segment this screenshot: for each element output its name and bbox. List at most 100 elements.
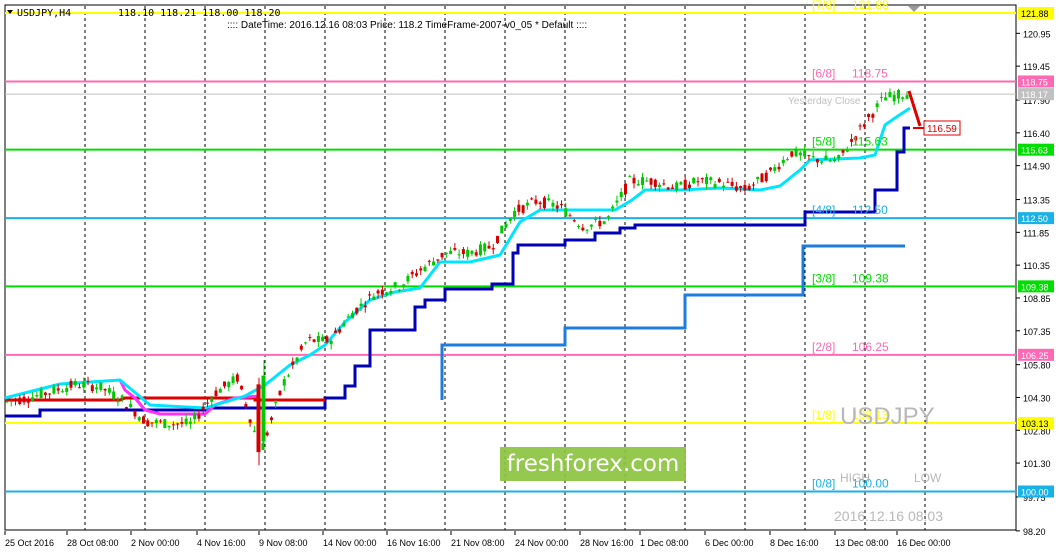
candle-body (832, 159, 836, 162)
candle-body (133, 411, 137, 417)
candle-body (410, 271, 414, 275)
candle-body (99, 382, 103, 390)
candle-body (751, 184, 755, 186)
candle-body (845, 150, 849, 152)
candle-body (163, 419, 167, 428)
price-tick-label: 105.80 (1023, 361, 1051, 371)
symbol-watermark: USDJPY (840, 403, 935, 430)
candle-body (491, 248, 495, 250)
candle-body (176, 423, 180, 425)
cyan-trend-line (4, 106, 911, 410)
candle-body (240, 385, 244, 390)
time-tick-label: 28 Oct 08:00 (67, 538, 119, 548)
candle-body (112, 391, 116, 399)
candle-body (867, 114, 871, 117)
price-tick-label: 116.40 (1023, 129, 1050, 139)
candle-body (14, 399, 18, 402)
candle-body (892, 95, 896, 102)
candle-body (333, 330, 337, 333)
time-tick-label: 4 Nov 16:00 (197, 538, 246, 548)
candle-body (457, 254, 461, 256)
candle-body (683, 179, 687, 190)
murrey-level-value: 106.25 (852, 340, 889, 354)
candle-body (717, 178, 721, 183)
candle-body (291, 361, 295, 365)
candle-body (368, 294, 372, 296)
candle-body (278, 390, 282, 396)
chart-window[interactable]: [7/8] 121.88 [6/8] 118.75 [5/8] 115.63 [4/8] 11… (0, 0, 1059, 555)
candle-body (722, 185, 726, 188)
time-tick-label: 9 Nov 08:00 (259, 538, 308, 548)
candle-body (287, 375, 291, 377)
candle-body (380, 289, 384, 295)
candle-body (56, 388, 60, 391)
candle-body (184, 418, 188, 425)
candle-body (739, 186, 743, 188)
time-tick-label: 2 Nov 00:00 (131, 538, 180, 548)
candle-body (487, 245, 491, 249)
candle-body (73, 380, 77, 386)
candle-body (376, 290, 380, 294)
low-label: LOW (914, 471, 942, 485)
time-tick-label: 16 Dec 00:00 (897, 538, 951, 548)
candle-body (585, 229, 589, 231)
candle-body (252, 430, 256, 432)
candle-body (811, 156, 815, 158)
projection-arrow: 116.59 (907, 90, 961, 136)
candle-body (555, 205, 559, 209)
candle-body (171, 424, 175, 426)
brand-watermark: freshforex.com (500, 447, 686, 481)
candle-body (299, 345, 303, 350)
candle-body (696, 181, 700, 183)
candle-body (223, 381, 227, 387)
candle-body (210, 398, 214, 402)
candle-body (504, 223, 508, 228)
candle-body (82, 382, 86, 388)
price-marker-label: 112.50 (1021, 214, 1048, 224)
candle-body (427, 260, 431, 262)
murrey-level-tag: [4/8] (812, 203, 835, 217)
price-marker-label: 109.38 (1021, 282, 1049, 292)
candle-body (530, 198, 534, 200)
price-tick-label: 98.20 (1023, 527, 1046, 537)
candle-body (440, 252, 444, 258)
candle-body (256, 384, 261, 453)
price-tick-label: 107.35 (1023, 327, 1051, 337)
candle-body (363, 305, 367, 308)
candle-body (466, 249, 470, 257)
candle-body (790, 151, 794, 157)
murrey-level-tag: [6/8] (812, 66, 835, 80)
candle-body (619, 191, 623, 198)
candle-body (798, 152, 802, 156)
price-tick-label: 104.30 (1023, 393, 1051, 403)
candle-body (265, 432, 269, 436)
indicator-lines (4, 106, 911, 418)
candle-body (397, 289, 401, 291)
candle-body (820, 161, 824, 163)
time-tick-label: 14 Nov 00:00 (323, 538, 377, 548)
candle-body (48, 393, 52, 395)
candle-body (611, 206, 615, 209)
candle-body (197, 414, 201, 419)
candle-body (180, 421, 184, 424)
candle-body (402, 284, 406, 287)
high-label: HIGH (840, 471, 870, 485)
candle-body (419, 268, 423, 271)
candle-body (858, 125, 862, 127)
candle-body (150, 422, 154, 424)
candle-body (5, 401, 9, 403)
candle-body (338, 329, 342, 333)
projection-price: 116.59 (927, 124, 957, 135)
candle-body (560, 204, 564, 206)
candle-body (95, 387, 99, 390)
candle-body (444, 252, 448, 254)
navy-step-line (5, 126, 910, 418)
candle-body (568, 215, 572, 217)
candle-body (470, 250, 474, 254)
murrey-level-tag: [5/8] (812, 135, 835, 149)
candle-body (525, 202, 529, 206)
candle-body (598, 220, 602, 227)
scroll-shift-marker-icon[interactable] (908, 6, 920, 12)
candle-body (803, 150, 807, 157)
candle-body (86, 380, 90, 382)
